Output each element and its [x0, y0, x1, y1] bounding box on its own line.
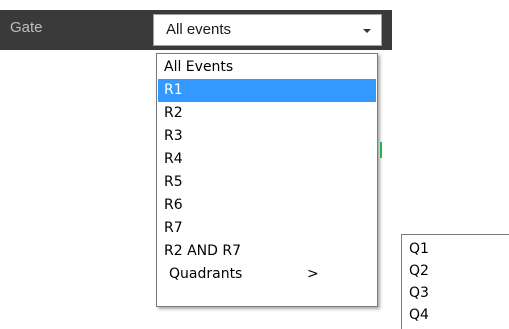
- dropdown-item-r4[interactable]: R4: [158, 148, 376, 171]
- dropdown-item-r2[interactable]: R2: [158, 102, 376, 125]
- dropdown-item-r6[interactable]: R6: [158, 194, 376, 217]
- gate-select-value: All events: [166, 21, 232, 38]
- dropdown-item-r2-and-r7[interactable]: R2 AND R7: [158, 240, 376, 263]
- dropdown-item-all-events[interactable]: All Events: [158, 56, 376, 79]
- gate-label: Gate: [10, 19, 43, 36]
- dropdown-item-r3[interactable]: R3: [158, 125, 376, 148]
- quadrants-label: Quadrants: [169, 266, 243, 282]
- chevron-down-icon[interactable]: [363, 29, 371, 33]
- dropdown-item-r7[interactable]: R7: [158, 217, 376, 240]
- submenu-item-q4[interactable]: Q4: [409, 305, 429, 325]
- page: Gate All events All Events R1 R2 R3 R4 R…: [0, 0, 509, 329]
- submenu-item-q2[interactable]: Q2: [409, 261, 429, 281]
- submenu-item-q3[interactable]: Q3: [409, 283, 429, 303]
- gate-select[interactable]: All events: [153, 14, 382, 46]
- gate-dropdown-list: All Events R1 R2 R3 R4 R5 R6 R7 R2 AND R…: [156, 53, 378, 307]
- quadrants-submenu: Q1 Q2 Q3 Q4: [401, 234, 509, 329]
- dropdown-item-quadrants[interactable]: Quadrants >: [158, 263, 376, 286]
- submenu-arrow-icon: >: [307, 266, 319, 282]
- submenu-item-q1[interactable]: Q1: [409, 239, 429, 259]
- dropdown-item-r5[interactable]: R5: [158, 171, 376, 194]
- dropdown-item-r1[interactable]: R1: [158, 79, 376, 102]
- status-indicator: [380, 142, 382, 158]
